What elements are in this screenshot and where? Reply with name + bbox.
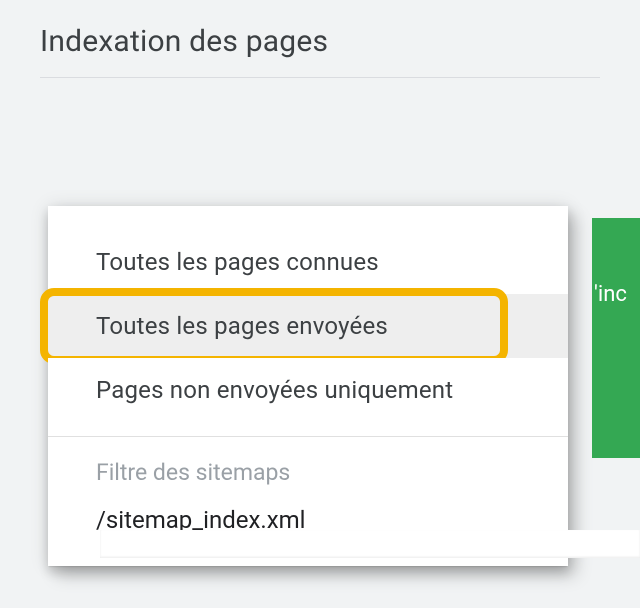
indexed-tab[interactable]: 'inc [592,218,640,458]
content-area: 'inc Toutes les pages connues Toutes les… [0,78,640,558]
page-title: Indexation des pages [40,24,600,59]
page-header: Indexation des pages [0,0,640,77]
dropdown-item-all-known[interactable]: Toutes les pages connues [48,230,568,294]
dropdown-item-label: Pages non envoyées uniquement [96,376,453,404]
dropdown-item-label: Toutes les pages envoyées [96,312,388,340]
sitemap-filter-label: Filtre des sitemaps [48,441,568,492]
filter-dropdown: Toutes les pages connues Toutes les page… [48,206,568,566]
dropdown-item-not-submitted[interactable]: Pages non envoyées uniquement [48,358,568,422]
dropdown-item-label: Toutes les pages connues [96,248,379,276]
dropdown-item-all-submitted[interactable]: Toutes les pages envoyées [48,294,568,358]
dropdown-separator [48,436,568,437]
card-edge [100,530,640,558]
indexed-tab-label: 'inc [594,282,627,307]
